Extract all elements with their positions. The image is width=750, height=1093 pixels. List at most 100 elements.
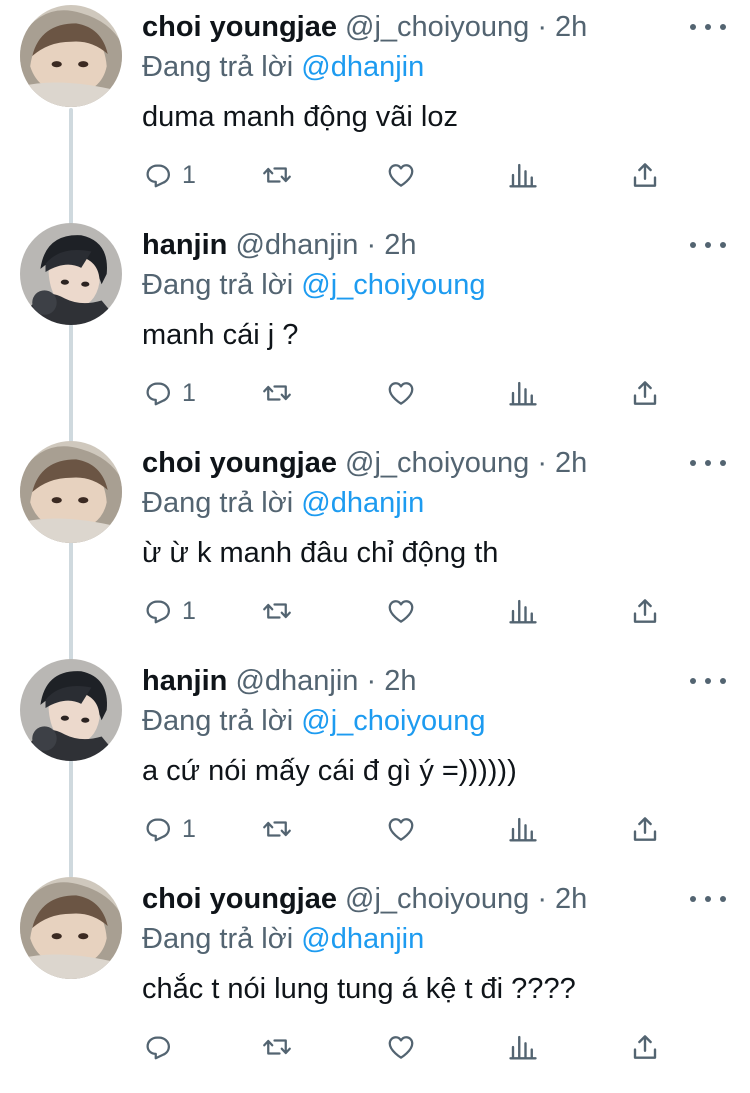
reply-button[interactable]: 1 — [142, 591, 196, 631]
analytics-icon — [508, 596, 538, 626]
reply-button[interactable] — [142, 1027, 182, 1067]
author-name[interactable]: hanjin — [142, 229, 227, 261]
replying-prefix: Đang trả lời — [142, 51, 294, 83]
views-button[interactable] — [508, 591, 538, 631]
tweet-item[interactable]: choi youngjae @j_choiyoung · 2h Đang trả… — [0, 875, 750, 1093]
like-button[interactable] — [386, 809, 416, 849]
tweet-time[interactable]: · 2h — [366, 229, 416, 261]
views-button[interactable] — [508, 809, 538, 849]
analytics-icon — [508, 378, 538, 408]
tweet-time[interactable]: · 2h — [366, 665, 416, 697]
avatar-choi-youngjae[interactable] — [20, 877, 122, 979]
reply-count: 1 — [182, 160, 196, 189]
retweet-button[interactable] — [262, 1027, 292, 1067]
reply-icon — [142, 160, 172, 190]
author-handle[interactable]: @j_choiyoung — [345, 11, 529, 43]
heart-icon — [386, 1032, 416, 1062]
tweet-item[interactable]: choi youngjae @j_choiyoung · 2h Đang trả… — [0, 3, 750, 221]
retweet-icon — [262, 596, 292, 626]
replying-to: Đang trả lời @j_choiyoung — [142, 265, 486, 305]
replying-to-mention[interactable]: @dhanjin — [301, 51, 424, 83]
reply-button[interactable]: 1 — [142, 809, 196, 849]
tweet-text: chắc t nói lung tung á kệ t đi ???? — [142, 973, 576, 1005]
tweet-item[interactable]: choi youngjae @j_choiyoung · 2h Đang trả… — [0, 439, 750, 657]
tweet-item[interactable]: hanjin @dhanjin · 2h Đang trả lời @j_cho… — [0, 221, 750, 439]
reply-icon — [142, 814, 172, 844]
retweet-button[interactable] — [262, 373, 292, 413]
like-button[interactable] — [386, 155, 416, 195]
share-icon — [630, 378, 660, 408]
retweet-button[interactable] — [262, 809, 292, 849]
replying-to-mention[interactable]: @dhanjin — [301, 923, 424, 955]
heart-icon — [386, 814, 416, 844]
like-button[interactable] — [386, 591, 416, 631]
tweet-text: manh cái j ? — [142, 319, 299, 351]
more-options-icon[interactable] — [690, 889, 726, 909]
avatar-choi-youngjae[interactable] — [20, 441, 122, 543]
tweet-time[interactable]: · 2h — [537, 447, 587, 479]
author-name[interactable]: choi youngjae — [142, 11, 337, 43]
heart-icon — [386, 160, 416, 190]
avatar-choi-youngjae[interactable] — [20, 5, 122, 107]
share-button[interactable] — [630, 155, 660, 195]
replying-to: Đang trả lời @dhanjin — [142, 483, 424, 523]
retweet-button[interactable] — [262, 591, 292, 631]
tweet-actions: 1 — [142, 155, 682, 195]
replying-to: Đang trả lời @dhanjin — [142, 919, 424, 959]
reply-icon — [142, 1032, 172, 1062]
share-button[interactable] — [630, 1027, 660, 1067]
reply-icon — [142, 378, 172, 408]
avatar-hanjin[interactable] — [20, 659, 122, 761]
share-icon — [630, 160, 660, 190]
author-handle[interactable]: @j_choiyoung — [345, 883, 529, 915]
heart-icon — [386, 596, 416, 626]
views-button[interactable] — [508, 1027, 538, 1067]
author-handle[interactable]: @dhanjin — [235, 665, 358, 697]
reply-count: 1 — [182, 596, 196, 625]
tweet-actions: 1 — [142, 591, 682, 631]
author-name[interactable]: hanjin — [142, 665, 227, 697]
share-button[interactable] — [630, 591, 660, 631]
author-handle[interactable]: @j_choiyoung — [345, 447, 529, 479]
more-options-icon[interactable] — [690, 671, 726, 691]
tweet-text: ừ ừ k manh đâu chỉ động th — [142, 537, 499, 569]
views-button[interactable] — [508, 373, 538, 413]
author-name[interactable]: choi youngjae — [142, 447, 337, 479]
replying-to: Đang trả lời @j_choiyoung — [142, 701, 486, 741]
tweet-actions: 1 — [142, 373, 682, 413]
retweet-button[interactable] — [262, 155, 292, 195]
tweet-item[interactable]: hanjin @dhanjin · 2h Đang trả lời @j_cho… — [0, 657, 750, 875]
analytics-icon — [508, 1032, 538, 1062]
like-button[interactable] — [386, 1027, 416, 1067]
replying-prefix: Đang trả lời — [142, 487, 294, 519]
tweet-actions: 1 — [142, 809, 682, 849]
tweet-text: a cứ nói mấy cái đ gì ý =)))))) — [142, 755, 517, 787]
author-name[interactable]: choi youngjae — [142, 883, 337, 915]
replying-to-mention[interactable]: @j_choiyoung — [301, 705, 485, 737]
share-icon — [630, 1032, 660, 1062]
reply-button[interactable]: 1 — [142, 155, 196, 195]
tweet-time[interactable]: · 2h — [537, 11, 587, 43]
views-button[interactable] — [508, 155, 538, 195]
replying-to-mention[interactable]: @dhanjin — [301, 487, 424, 519]
replying-to-mention[interactable]: @j_choiyoung — [301, 269, 485, 301]
tweet-header: choi youngjae @j_choiyoung · 2h — [142, 7, 670, 47]
share-button[interactable] — [630, 809, 660, 849]
share-icon — [630, 814, 660, 844]
retweet-icon — [262, 814, 292, 844]
share-button[interactable] — [630, 373, 660, 413]
avatar-hanjin[interactable] — [20, 223, 122, 325]
tweet-time[interactable]: · 2h — [537, 883, 587, 915]
reply-button[interactable]: 1 — [142, 373, 196, 413]
tweet-header: choi youngjae @j_choiyoung · 2h — [142, 879, 670, 919]
author-handle[interactable]: @dhanjin — [235, 229, 358, 261]
like-button[interactable] — [386, 373, 416, 413]
more-options-icon[interactable] — [690, 235, 726, 255]
retweet-icon — [262, 378, 292, 408]
replying-prefix: Đang trả lời — [142, 705, 294, 737]
more-options-icon[interactable] — [690, 17, 726, 37]
share-icon — [630, 596, 660, 626]
retweet-icon — [262, 1032, 292, 1062]
more-options-icon[interactable] — [690, 453, 726, 473]
reply-count: 1 — [182, 378, 196, 407]
